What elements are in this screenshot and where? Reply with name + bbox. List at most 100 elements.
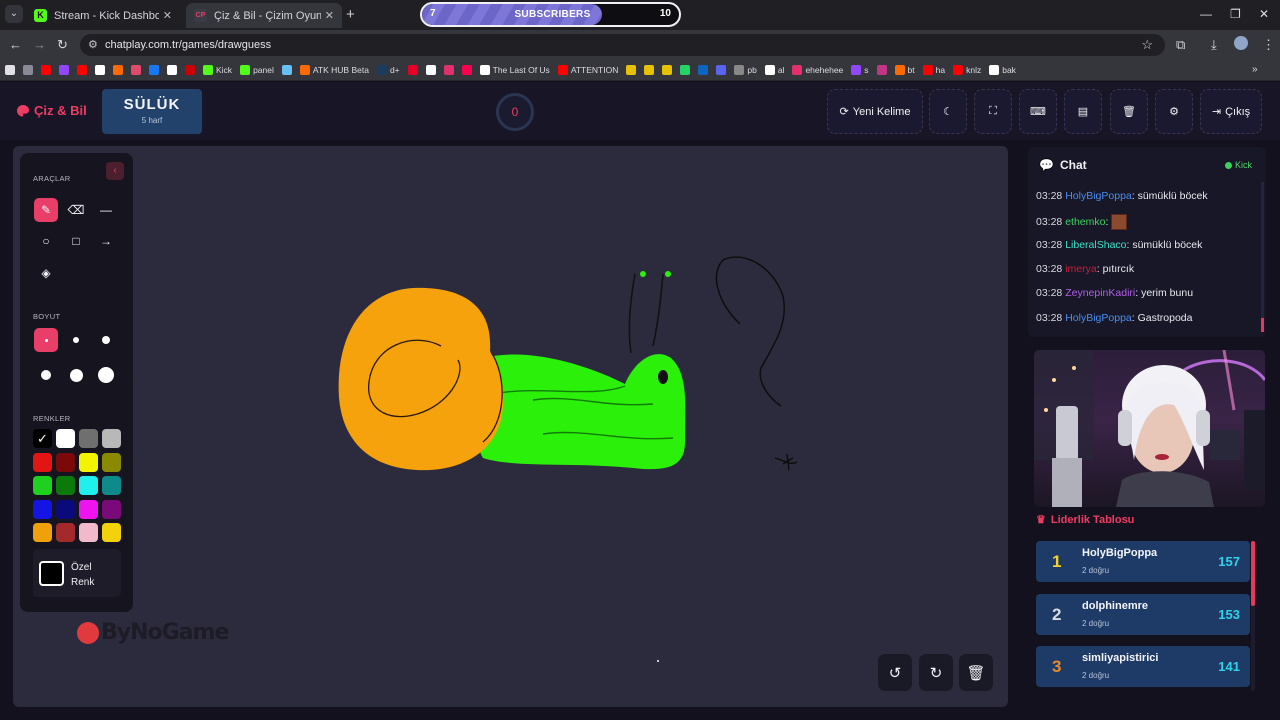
size-option-3[interactable] [94,328,118,352]
size-option-5[interactable] [64,363,88,387]
color-swatch[interactable] [33,452,52,472]
bookmark-item[interactable]: al [764,64,784,75]
bookmark-item[interactable] [281,64,292,75]
message-user[interactable]: imerya [1065,263,1097,275]
bookmark-item[interactable]: Kick [203,64,232,75]
bookmark-item[interactable]: bak [989,64,1016,75]
color-swatch[interactable] [79,476,98,495]
collapse-panel-button[interactable]: ‹ [106,162,124,180]
color-swatch[interactable] [79,499,98,519]
color-swatch[interactable] [102,429,121,448]
trash-button[interactable]: 🗑 [1110,89,1148,134]
bookmark-item[interactable] [680,64,691,75]
eraser-tool[interactable]: ⌫ [64,198,88,222]
bookmark-item[interactable]: ehehehee [792,64,843,75]
bookmark-item[interactable] [41,64,51,75]
message-user[interactable]: ZeynepinKadiri [1065,287,1135,299]
custom-color-button[interactable]: Özel Renk [33,549,121,597]
bookmark-item[interactable]: ATK HUB Beta [299,64,369,75]
keyboard-button[interactable]: ⌨ [1019,89,1057,134]
minimize-button[interactable]: — [1200,7,1212,21]
arrow-tool[interactable]: → [94,229,118,253]
color-swatch[interactable] [56,499,75,519]
message-user[interactable]: ethemko [1065,216,1105,228]
leaderboard-scrollbar[interactable] [1251,541,1255,691]
close-icon[interactable]: ✕ [163,9,172,22]
bookmark-item[interactable]: pb [734,64,757,75]
bookmark-item[interactable] [662,64,673,75]
new-word-button[interactable]: ⟳ Yeni Kelime [827,89,923,134]
bookmark-item[interactable] [95,64,105,75]
bookmark-grid-icon[interactable] [23,64,33,75]
color-swatch[interactable] [56,523,75,542]
bookmark-item[interactable]: ATTENTION [557,64,618,75]
brush-tool[interactable]: ✎ [34,198,58,222]
color-swatch[interactable] [79,523,98,542]
color-swatch[interactable] [33,476,52,495]
bookmark-item[interactable] [113,64,123,75]
tab-search-button[interactable]: ⌄ [5,5,23,23]
bookmark-item[interactable]: The Last Of Us [479,64,550,75]
clear-canvas-button[interactable]: 🗑 [959,654,993,691]
back-button[interactable]: ← [9,37,22,52]
maximize-button[interactable]: ❐ [1230,7,1241,21]
bookmarks-overflow-icon[interactable]: » [1252,64,1258,75]
color-swatch[interactable] [79,452,98,472]
leaderboard-scroll-thumb[interactable] [1251,541,1255,606]
fill-tool[interactable]: ◈ [34,261,58,285]
address-bar[interactable]: ⚙ chatplay.com.tr/games/drawguess ☆ [80,34,1165,56]
message-user[interactable]: LiberalShaco [1065,239,1126,251]
extensions-icon[interactable]: ⧉ [1176,37,1185,53]
browser-tab-ciz-bil[interactable]: CP Çiz & Bil - Çizim Oyunu ✕ [186,3,342,28]
color-swatch[interactable] [33,499,52,519]
settings-button[interactable]: ⚙ [1155,89,1193,134]
exit-button[interactable]: ⇥ Çıkış [1200,89,1262,134]
size-option-4[interactable] [34,363,58,387]
bookmark-item[interactable]: panel [240,64,274,75]
dark-mode-button[interactable]: ☾ [929,89,967,134]
bookmark-item[interactable] [167,64,177,75]
bookmark-item[interactable]: knlz [953,64,981,75]
color-swatch[interactable] [102,452,121,472]
menu-icon[interactable]: ⋮ [1262,37,1275,53]
bookmark-star-icon[interactable]: ☆ [1141,37,1153,53]
line-tool[interactable]: — [94,198,118,222]
bookmark-item[interactable] [425,64,436,75]
bookmark-item[interactable] [698,64,709,75]
redo-button[interactable]: ↻ [919,654,953,691]
size-option-1[interactable] [34,328,58,352]
bookmark-apps-icon[interactable] [5,64,15,75]
bookmark-item[interactable] [716,64,727,75]
reload-button[interactable]: ↻ [57,37,68,53]
bookmark-item[interactable] [644,64,655,75]
size-option-2[interactable] [64,328,88,352]
bookmark-item[interactable] [461,64,472,75]
close-icon[interactable]: ✕ [325,9,334,22]
app-logo[interactable]: Çiz & Bil [16,103,87,118]
drawing-canvas[interactable]: ARAÇLAR ‹ ✎ ⌫ — ○ □ → ◈ BOYUT RENKLER ✓ … [13,146,1008,707]
message-user[interactable]: HolyBigPoppa [1065,190,1132,202]
chat-scrollbar[interactable] [1261,182,1264,332]
color-swatch[interactable] [56,429,75,448]
bookmark-item[interactable] [626,64,637,75]
chat-scroll-thumb[interactable] [1261,318,1264,332]
download-icon[interactable]: ⤓ [1211,37,1217,53]
rectangle-tool[interactable]: □ [64,229,88,253]
bookmark-item[interactable] [185,64,195,75]
window-close-button[interactable]: ✕ [1259,7,1269,21]
bookmark-item[interactable]: ha [922,64,945,75]
color-swatch[interactable] [56,476,75,495]
archive-button[interactable]: ▤ [1064,89,1102,134]
bookmark-item[interactable]: s [851,64,869,75]
size-option-6[interactable] [94,363,118,387]
site-info-icon[interactable]: ⚙ [88,38,98,51]
color-swatch[interactable] [102,499,121,519]
color-swatch[interactable] [79,429,98,448]
new-tab-button[interactable]: + [346,6,355,23]
forward-button[interactable]: → [33,37,46,52]
undo-button[interactable]: ↺ [878,654,912,691]
bookmark-item[interactable] [59,64,69,75]
bookmark-item[interactable] [876,64,887,75]
color-swatch[interactable]: ✓ [33,429,52,448]
bookmark-item[interactable]: bt [894,64,915,75]
